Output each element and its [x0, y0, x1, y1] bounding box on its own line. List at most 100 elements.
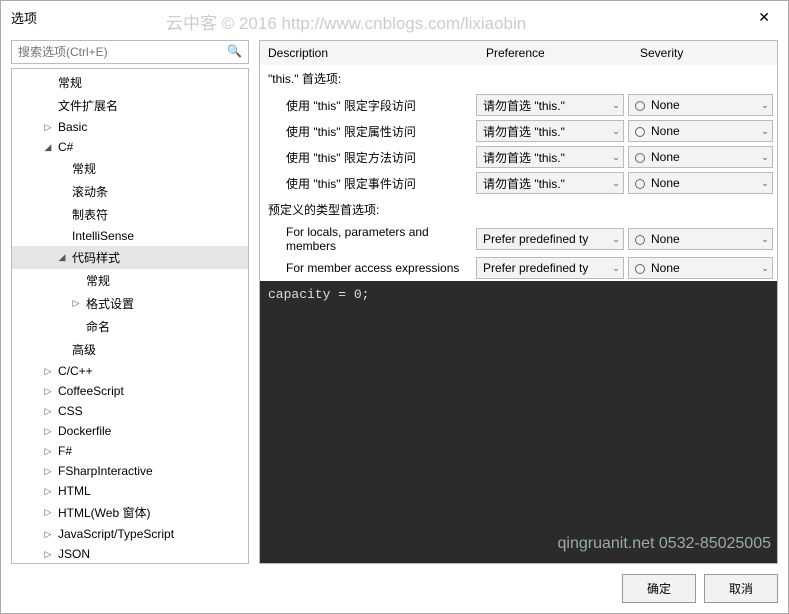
tree-item[interactable]: 常规	[12, 157, 248, 180]
tree-item-label: 制表符	[70, 205, 110, 224]
tree-item[interactable]: 命名	[12, 315, 248, 338]
tree-item[interactable]: 文件扩展名	[12, 94, 248, 117]
tree-item[interactable]: ▷Basic	[12, 117, 248, 137]
tree-item[interactable]: ◢C#	[12, 137, 248, 157]
tree-item-label: CSS	[56, 403, 85, 419]
tree-item[interactable]: ▷HTML(Web 窗体)	[12, 501, 248, 524]
chevron-down-icon: ⌄	[758, 126, 772, 137]
row-description: 使用 "this" 限定字段访问	[260, 97, 476, 114]
grid-row: 使用 "this" 限定事件访问请勿首选 "this."⌄None⌄	[260, 170, 777, 196]
preference-dropdown[interactable]: 请勿首选 "this."⌄	[476, 146, 624, 168]
severity-dropdown[interactable]: None⌄	[628, 172, 773, 194]
expander-icon[interactable]: ▷	[42, 549, 54, 560]
grid-row: 使用 "this" 限定字段访问请勿首选 "this."⌄None⌄	[260, 92, 777, 118]
tree-item-label: F#	[56, 443, 74, 459]
tree-item[interactable]: ◢代码样式	[12, 246, 248, 269]
tree-item-label: Dockerfile	[56, 423, 113, 439]
expander-icon[interactable]: ▷	[42, 366, 54, 377]
dropdown-value: None	[629, 232, 758, 246]
severity-dropdown[interactable]: None⌄	[628, 146, 773, 168]
preference-dropdown[interactable]: 请勿首选 "this."⌄	[476, 120, 624, 142]
severity-dropdown[interactable]: None⌄	[628, 120, 773, 142]
chevron-down-icon: ⌄	[758, 234, 772, 245]
tree-item[interactable]: 常规	[12, 269, 248, 292]
severity-icon	[635, 235, 645, 245]
expander-icon[interactable]: ▷	[42, 386, 54, 397]
tree-item[interactable]: ▷JSON	[12, 544, 248, 564]
preference-dropdown[interactable]: Prefer predefined ty⌄	[476, 257, 624, 279]
tree-item-label: 常规	[70, 159, 98, 178]
grid-header: Description Preference Severity	[260, 41, 777, 65]
expander-icon[interactable]: ▷	[42, 426, 54, 437]
tree-item-label: HTML(Web 窗体)	[56, 503, 152, 522]
tree-item[interactable]: ▷格式设置	[12, 292, 248, 315]
watermark-bottom: qingruanit.net 0532-85025005	[557, 535, 771, 553]
nav-tree[interactable]: 常规文件扩展名▷Basic◢C#常规滚动条制表符IntelliSense◢代码样…	[11, 68, 249, 564]
severity-dropdown[interactable]: None⌄	[628, 94, 773, 116]
expander-icon[interactable]: ▷	[42, 406, 54, 417]
ok-button[interactable]: 确定	[622, 574, 696, 603]
search-icon[interactable]: 🔍	[221, 41, 248, 63]
chevron-down-icon: ⌄	[609, 234, 623, 245]
grid-row: 使用 "this" 限定方法访问请勿首选 "this."⌄None⌄	[260, 144, 777, 170]
expander-icon[interactable]: ◢	[56, 252, 68, 263]
tree-item[interactable]: ▷CoffeeScript	[12, 381, 248, 401]
tree-item[interactable]: ▷C/C++	[12, 361, 248, 381]
chevron-down-icon: ⌄	[758, 100, 772, 111]
dropdown-value: None	[629, 176, 758, 190]
expander-icon[interactable]: ▷	[42, 466, 54, 477]
search-box: 🔍	[11, 40, 249, 64]
dropdown-value: None	[629, 124, 758, 138]
grid-row: For locals, parameters and membersPrefer…	[260, 223, 777, 255]
close-icon[interactable]: ✕	[750, 7, 778, 28]
preference-dropdown[interactable]: Prefer predefined ty⌄	[476, 228, 624, 250]
preference-dropdown[interactable]: 请勿首选 "this."⌄	[476, 94, 624, 116]
chevron-down-icon: ⌄	[609, 100, 623, 111]
tree-item[interactable]: ▷Dockerfile	[12, 421, 248, 441]
settings-grid: Description Preference Severity "this." …	[259, 40, 778, 564]
cancel-button[interactable]: 取消	[704, 574, 778, 603]
dropdown-value: 请勿首选 "this."	[477, 149, 609, 166]
grid-row: 使用 "this" 限定属性访问请勿首选 "this."⌄None⌄	[260, 118, 777, 144]
tree-item-label: 高级	[70, 340, 98, 359]
severity-icon	[635, 153, 645, 163]
expander-icon[interactable]: ▷	[70, 298, 82, 309]
tree-item-label: 常规	[56, 73, 84, 92]
expander-icon[interactable]: ▷	[42, 446, 54, 457]
expander-icon[interactable]: ◢	[42, 142, 54, 153]
tree-item-label: IntelliSense	[70, 228, 136, 244]
tree-item[interactable]: ▷CSS	[12, 401, 248, 421]
chevron-down-icon: ⌄	[758, 178, 772, 189]
tree-item-label: C/C++	[56, 363, 95, 379]
tree-item[interactable]: 滚动条	[12, 180, 248, 203]
chevron-down-icon: ⌄	[609, 126, 623, 137]
tree-item[interactable]: ▷HTML	[12, 481, 248, 501]
tree-item-label: JSON	[56, 546, 92, 562]
tree-item-label: 命名	[84, 317, 112, 336]
tree-item[interactable]: 高级	[12, 338, 248, 361]
chevron-down-icon: ⌄	[609, 152, 623, 163]
expander-icon[interactable]: ▷	[42, 507, 54, 518]
tree-item[interactable]: 制表符	[12, 203, 248, 226]
row-description: For locals, parameters and members	[260, 225, 476, 253]
expander-icon[interactable]: ▷	[42, 486, 54, 497]
tree-item[interactable]: IntelliSense	[12, 226, 248, 246]
left-panel: 🔍 常规文件扩展名▷Basic◢C#常规滚动条制表符IntelliSense◢代…	[11, 40, 249, 564]
severity-dropdown[interactable]: None⌄	[628, 257, 773, 279]
tree-item[interactable]: ▷F#	[12, 441, 248, 461]
expander-icon[interactable]: ▷	[42, 122, 54, 133]
tree-item[interactable]: ▷JavaScript/TypeScript	[12, 524, 248, 544]
severity-icon	[635, 101, 645, 111]
row-description: 使用 "this" 限定方法访问	[260, 149, 476, 166]
grid-row: For member access expressionsPrefer pred…	[260, 255, 777, 281]
dropdown-value: Prefer predefined ty	[477, 261, 609, 275]
search-input[interactable]	[12, 41, 221, 63]
severity-dropdown[interactable]: None⌄	[628, 228, 773, 250]
preference-dropdown[interactable]: 请勿首选 "this."⌄	[476, 172, 624, 194]
code-preview: capacity = 0; qingruanit.net 0532-850250…	[260, 281, 777, 563]
tree-item[interactable]: 常规	[12, 71, 248, 94]
tree-item[interactable]: ▷FSharpInteractive	[12, 461, 248, 481]
chevron-down-icon: ⌄	[609, 178, 623, 189]
dropdown-value: None	[629, 261, 758, 275]
expander-icon[interactable]: ▷	[42, 529, 54, 540]
